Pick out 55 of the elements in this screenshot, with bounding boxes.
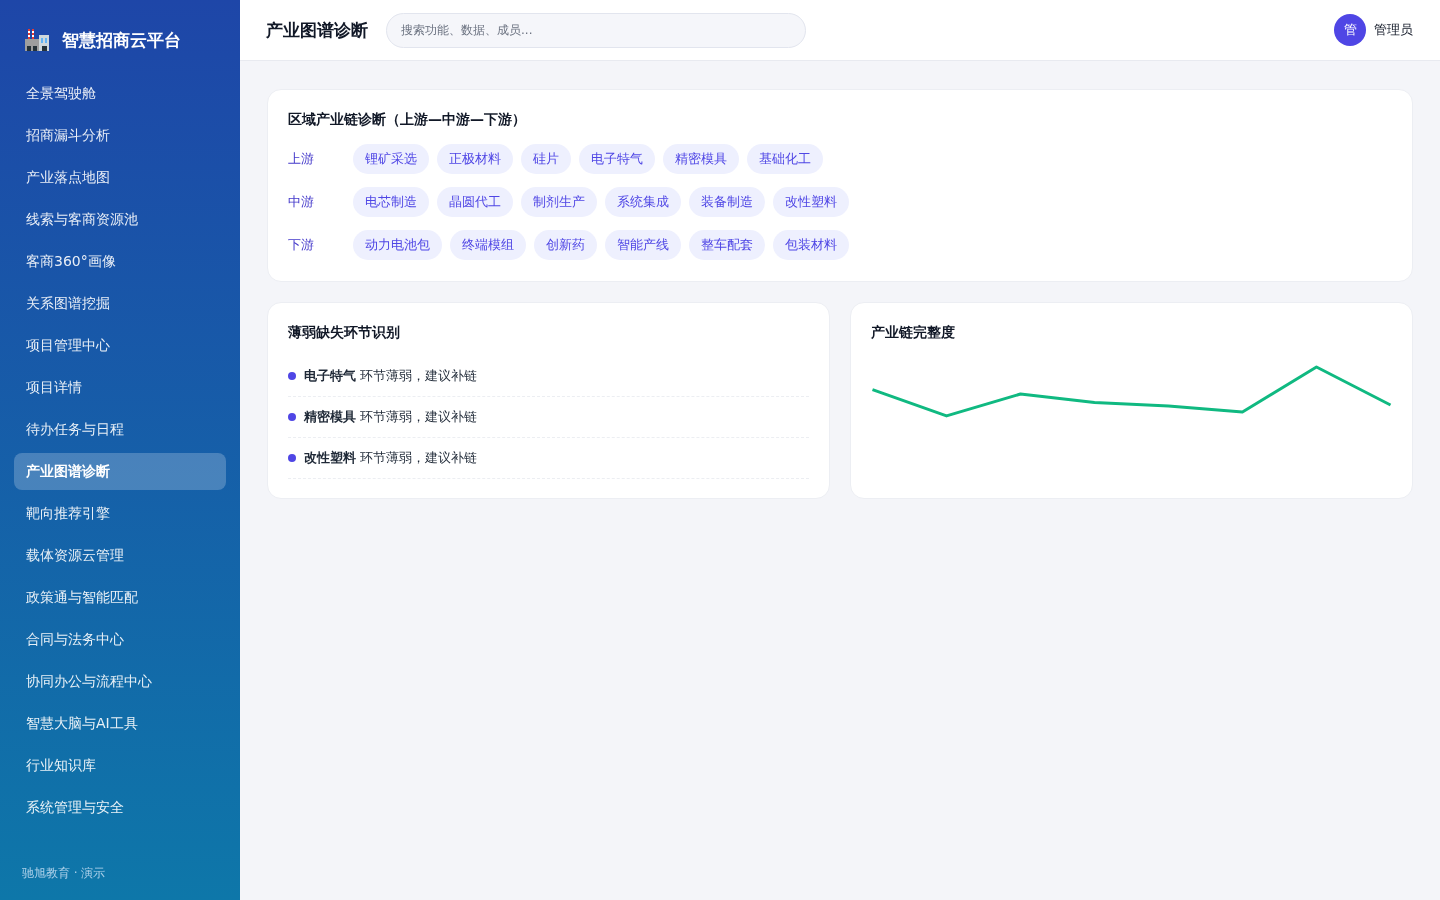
industry-tag[interactable]: 系统集成 <box>605 187 681 217</box>
nav-item[interactable]: 全景驾驶舱 <box>14 75 226 112</box>
nav-item[interactable]: 产业图谱诊断 <box>14 453 226 490</box>
weak-link-text: 改性塑料 环节薄弱，建议补链 <box>304 449 478 467</box>
nav-item[interactable]: 协同办公与流程中心 <box>14 663 226 700</box>
card-title: 产业链完整度 <box>871 323 956 342</box>
industry-tag[interactable]: 动力电池包 <box>353 230 442 260</box>
industry-tag[interactable]: 电芯制造 <box>353 187 429 217</box>
industry-tag[interactable]: 精密模具 <box>663 144 739 174</box>
industry-tag[interactable]: 电子特气 <box>579 144 655 174</box>
user-avatar[interactable]: 管 <box>1334 14 1366 46</box>
nav-item[interactable]: 系统管理与安全 <box>14 789 226 826</box>
nav-item[interactable]: 合同与法务中心 <box>14 621 226 658</box>
stage-label: 下游 <box>288 236 315 254</box>
bullet-dot-icon <box>288 454 296 462</box>
nav-item[interactable]: 待办任务与日程 <box>14 411 226 448</box>
industry-tag[interactable]: 制剂生产 <box>521 187 597 217</box>
industry-tag[interactable]: 硅片 <box>521 144 571 174</box>
industry-tag[interactable]: 正极材料 <box>437 144 513 174</box>
card-title: 区域产业链诊断（上游—中游—下游） <box>288 110 527 129</box>
weak-link-text: 电子特气 环节薄弱，建议补链 <box>304 367 478 385</box>
nav-item[interactable]: 项目详情 <box>14 369 226 406</box>
industry-tag[interactable]: 锂矿采选 <box>353 144 429 174</box>
nav-item[interactable]: 客商360°画像 <box>14 243 226 280</box>
industry-tag[interactable]: 整车配套 <box>689 230 765 260</box>
weak-link-text: 精密模具 环节薄弱，建议补链 <box>304 408 478 426</box>
nav-item[interactable]: 行业知识库 <box>14 747 226 784</box>
nav-item[interactable]: 产业落点地图 <box>14 159 226 196</box>
nav-item[interactable]: 靶向推荐引擎 <box>14 495 226 532</box>
industry-tag[interactable]: 包装材料 <box>773 230 849 260</box>
factory-icon <box>25 29 49 51</box>
nav-item[interactable]: 智慧大脑与AI工具 <box>14 705 226 742</box>
nav-item[interactable]: 项目管理中心 <box>14 327 226 364</box>
industry-tag[interactable]: 创新药 <box>534 230 597 260</box>
industry-tag[interactable]: 晶圆代工 <box>437 187 513 217</box>
stage-label: 中游 <box>288 193 315 211</box>
industry-tag[interactable]: 智能产线 <box>605 230 681 260</box>
bullet-dot-icon <box>288 372 296 380</box>
nav-item[interactable]: 政策通与智能匹配 <box>14 579 226 616</box>
footer-text: 驰旭教育 · 演示 <box>21 865 107 882</box>
nav-item[interactable]: 线索与客商资源池 <box>14 201 226 238</box>
industry-tag[interactable]: 基础化工 <box>747 144 823 174</box>
card-title: 薄弱缺失环节识别 <box>288 323 401 342</box>
nav-item[interactable]: 招商漏斗分析 <box>14 117 226 154</box>
search-field[interactable]: 搜索功能、数据、成员... <box>386 12 806 48</box>
app-title: 智慧招商云平台 <box>62 28 181 52</box>
industry-tag[interactable]: 装备制造 <box>689 187 765 217</box>
industry-tag[interactable]: 改性塑料 <box>773 187 849 217</box>
nav-item[interactable]: 载体资源云管理 <box>14 537 226 574</box>
stage-label: 上游 <box>288 150 315 168</box>
page-title: 产业图谱诊断 <box>266 18 368 42</box>
user-name: 管理员 <box>1374 21 1413 39</box>
nav-item[interactable]: 关系图谱挖掘 <box>14 285 226 322</box>
bullet-dot-icon <box>288 413 296 421</box>
industry-tag[interactable]: 终端模组 <box>450 230 526 260</box>
